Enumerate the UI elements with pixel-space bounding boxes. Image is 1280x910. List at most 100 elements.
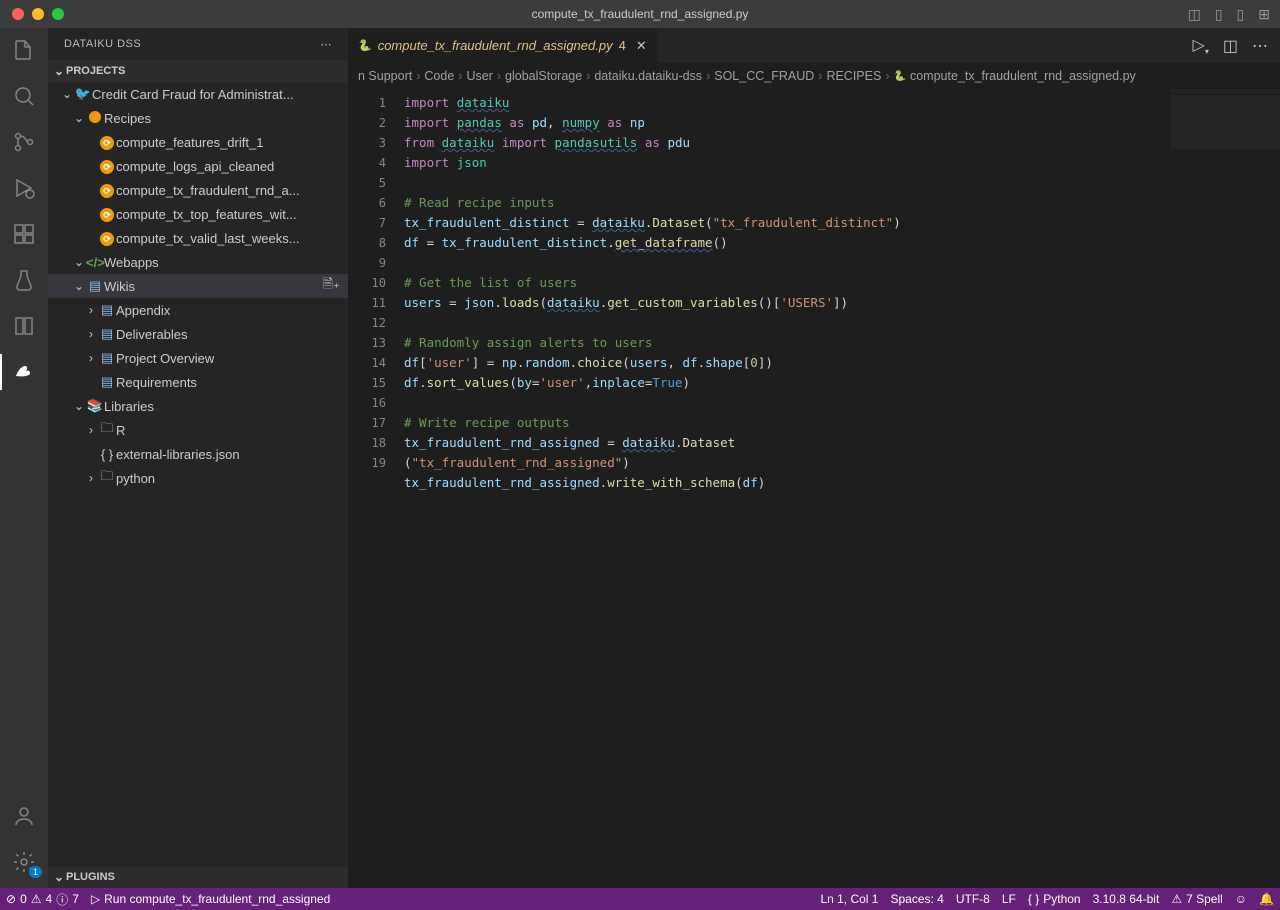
section-projects-label: PROJECTS — [66, 65, 125, 77]
python-interpreter[interactable]: 3.10.8 64-bit — [1087, 892, 1166, 906]
cursor-position[interactable]: Ln 1, Col 1 — [814, 892, 884, 906]
tab-modified-count: 4 — [619, 38, 626, 53]
close-window-button[interactable] — [12, 8, 24, 20]
feedback-icon[interactable]: ☺ — [1229, 892, 1253, 906]
wiki-item[interactable]: ›▤Appendix — [48, 298, 348, 322]
activity-bar: 1 — [0, 28, 48, 888]
recipes-icon — [86, 111, 104, 126]
library-item[interactable]: ›🗀R — [48, 418, 348, 442]
editor-tab[interactable]: 🐍 compute_tx_fraudulent_rnd_assigned.py … — [348, 28, 658, 63]
line-numbers: 12345678910111213141516171819 — [348, 89, 404, 888]
json-icon: { } — [98, 447, 116, 462]
webapps-folder[interactable]: ⌄ </> Webapps — [48, 250, 348, 274]
run-status[interactable]: ▷ Run compute_tx_fraudulent_rnd_assigned — [85, 888, 336, 910]
wikis-label: Wikis — [104, 279, 135, 294]
chevron-down-icon: ⌄ — [52, 64, 66, 78]
minimize-window-button[interactable] — [32, 8, 44, 20]
recipe-icon: ⟳ — [98, 206, 116, 222]
recipe-item[interactable]: ⟳compute_tx_valid_last_weeks... — [48, 226, 348, 250]
settings-gear-icon[interactable]: 1 — [12, 850, 36, 874]
editor-area: 🐍 compute_tx_fraudulent_rnd_assigned.py … — [348, 28, 1280, 888]
page-icon: ▤ — [98, 302, 116, 318]
recipes-folder[interactable]: ⌄ Recipes — [48, 106, 348, 130]
wiki-item[interactable]: ›▤Deliverables — [48, 322, 348, 346]
recipe-item[interactable]: ⟳compute_features_drift_1 — [48, 130, 348, 154]
chevron-right-icon: › — [84, 351, 98, 365]
toggle-panel-icon[interactable]: ◫ — [1188, 6, 1201, 23]
spell-status[interactable]: ⚠7 Spell — [1165, 892, 1228, 906]
encoding-status[interactable]: UTF-8 — [950, 892, 996, 906]
source-control-icon[interactable] — [12, 130, 36, 154]
info-icon: ⓘ — [56, 891, 68, 908]
eol-status[interactable]: LF — [996, 892, 1022, 906]
recipe-item[interactable]: ⟳compute_tx_top_features_wit... — [48, 202, 348, 226]
run-file-icon[interactable]: ▷▾ — [1193, 35, 1209, 56]
python-icon: 🐍 — [358, 39, 372, 52]
minimap[interactable] — [1170, 89, 1280, 888]
book-icon: ▤ — [86, 278, 104, 294]
wikis-folder[interactable]: ⌄ ▤ Wikis 🗎₊ — [48, 274, 348, 298]
chevron-down-icon: ⌄ — [72, 111, 86, 125]
wiki-item[interactable]: ›▤Project Overview — [48, 346, 348, 370]
wiki-item[interactable]: ▤Requirements — [48, 370, 348, 394]
play-icon: ▷ — [91, 892, 100, 906]
library-item[interactable]: { }external-libraries.json — [48, 442, 348, 466]
toggle-sidebar-left-icon[interactable]: ▯ — [1215, 6, 1223, 23]
recipes-label: Recipes — [104, 111, 151, 126]
explorer-icon[interactable] — [12, 38, 36, 62]
libraries-icon: 📚 — [86, 398, 104, 414]
libraries-folder[interactable]: ⌄ 📚 Libraries — [48, 394, 348, 418]
project-root[interactable]: ⌄ 🐦 Credit Card Fraud for Administrat... — [48, 82, 348, 106]
extensions-icon[interactable] — [12, 222, 36, 246]
recipe-icon: ⟳ — [98, 230, 116, 246]
split-editor-icon[interactable]: ◫ — [1223, 36, 1238, 56]
notifications-icon[interactable]: 🔔 — [1253, 892, 1280, 906]
toggle-sidebar-right-icon[interactable]: ▯ — [1237, 6, 1245, 23]
window-controls — [12, 8, 64, 20]
settings-badge: 1 — [29, 866, 42, 878]
libraries-label: Libraries — [104, 399, 154, 414]
library-item[interactable]: ›🗀python — [48, 466, 348, 490]
section-plugins[interactable]: ⌄ PLUGINS — [48, 866, 348, 888]
status-bar: ⊘0 ⚠4 ⓘ7 ▷ Run compute_tx_fraudulent_rnd… — [0, 888, 1280, 910]
chevron-down-icon: ⌄ — [72, 399, 86, 413]
code-content[interactable]: import dataiku import pandas as pd, nump… — [404, 89, 1170, 888]
problems-status[interactable]: ⊘0 ⚠4 ⓘ7 — [0, 888, 85, 910]
editor-body[interactable]: 12345678910111213141516171819 import dat… — [348, 89, 1280, 888]
chevron-right-icon: › — [84, 303, 98, 317]
projects-tree: ⌄ 🐦 Credit Card Fraud for Administrat...… — [48, 82, 348, 866]
editor-tabs: 🐍 compute_tx_fraudulent_rnd_assigned.py … — [348, 28, 1280, 63]
new-file-icon[interactable]: 🗎₊ — [323, 275, 340, 297]
warning-icon: ⚠ — [1171, 892, 1182, 906]
maximize-window-button[interactable] — [52, 8, 64, 20]
project-name: Credit Card Fraud for Administrat... — [92, 87, 294, 102]
recipe-item[interactable]: ⟳compute_tx_fraudulent_rnd_a... — [48, 178, 348, 202]
chevron-down-icon: ⌄ — [60, 87, 74, 101]
chevron-right-icon: › — [84, 471, 98, 485]
sidebar: DATAIKU DSS ⋯ ⌄ PROJECTS ⌄ 🐦 Credit Card… — [48, 28, 348, 888]
search-icon[interactable] — [12, 84, 36, 108]
testing-icon[interactable] — [12, 268, 36, 292]
indentation-status[interactable]: Spaces: 4 — [884, 892, 949, 906]
recipe-item[interactable]: ⟳compute_logs_api_cleaned — [48, 154, 348, 178]
folder-icon: 🗀 — [98, 419, 116, 441]
close-tab-icon[interactable]: ✕ — [636, 38, 647, 54]
recipe-icon: ⟳ — [98, 158, 116, 174]
window-title: compute_tx_fraudulent_rnd_assigned.py — [532, 7, 749, 21]
sidebar-more-icon[interactable]: ⋯ — [321, 38, 333, 51]
bird-icon: 🐦 — [74, 86, 92, 102]
account-icon[interactable] — [12, 804, 36, 828]
dataiku-icon[interactable] — [12, 360, 36, 384]
language-mode[interactable]: { }Python — [1022, 892, 1087, 906]
sidebar-title: DATAIKU DSS — [64, 38, 141, 50]
chevron-down-icon: ⌄ — [72, 279, 86, 293]
breadcrumbs[interactable]: n Support› Code› User› globalStorage› da… — [348, 63, 1280, 89]
run-debug-icon[interactable] — [12, 176, 36, 200]
book-icon[interactable] — [12, 314, 36, 338]
titlebar: compute_tx_fraudulent_rnd_assigned.py ◫ … — [0, 0, 1280, 28]
warning-icon: ⚠ — [31, 892, 42, 906]
editor-more-icon[interactable]: ⋯ — [1252, 36, 1268, 56]
customize-layout-icon[interactable]: ⊞ — [1258, 6, 1270, 23]
section-projects[interactable]: ⌄ PROJECTS — [48, 60, 348, 82]
chevron-down-icon: ⌄ — [72, 255, 86, 269]
